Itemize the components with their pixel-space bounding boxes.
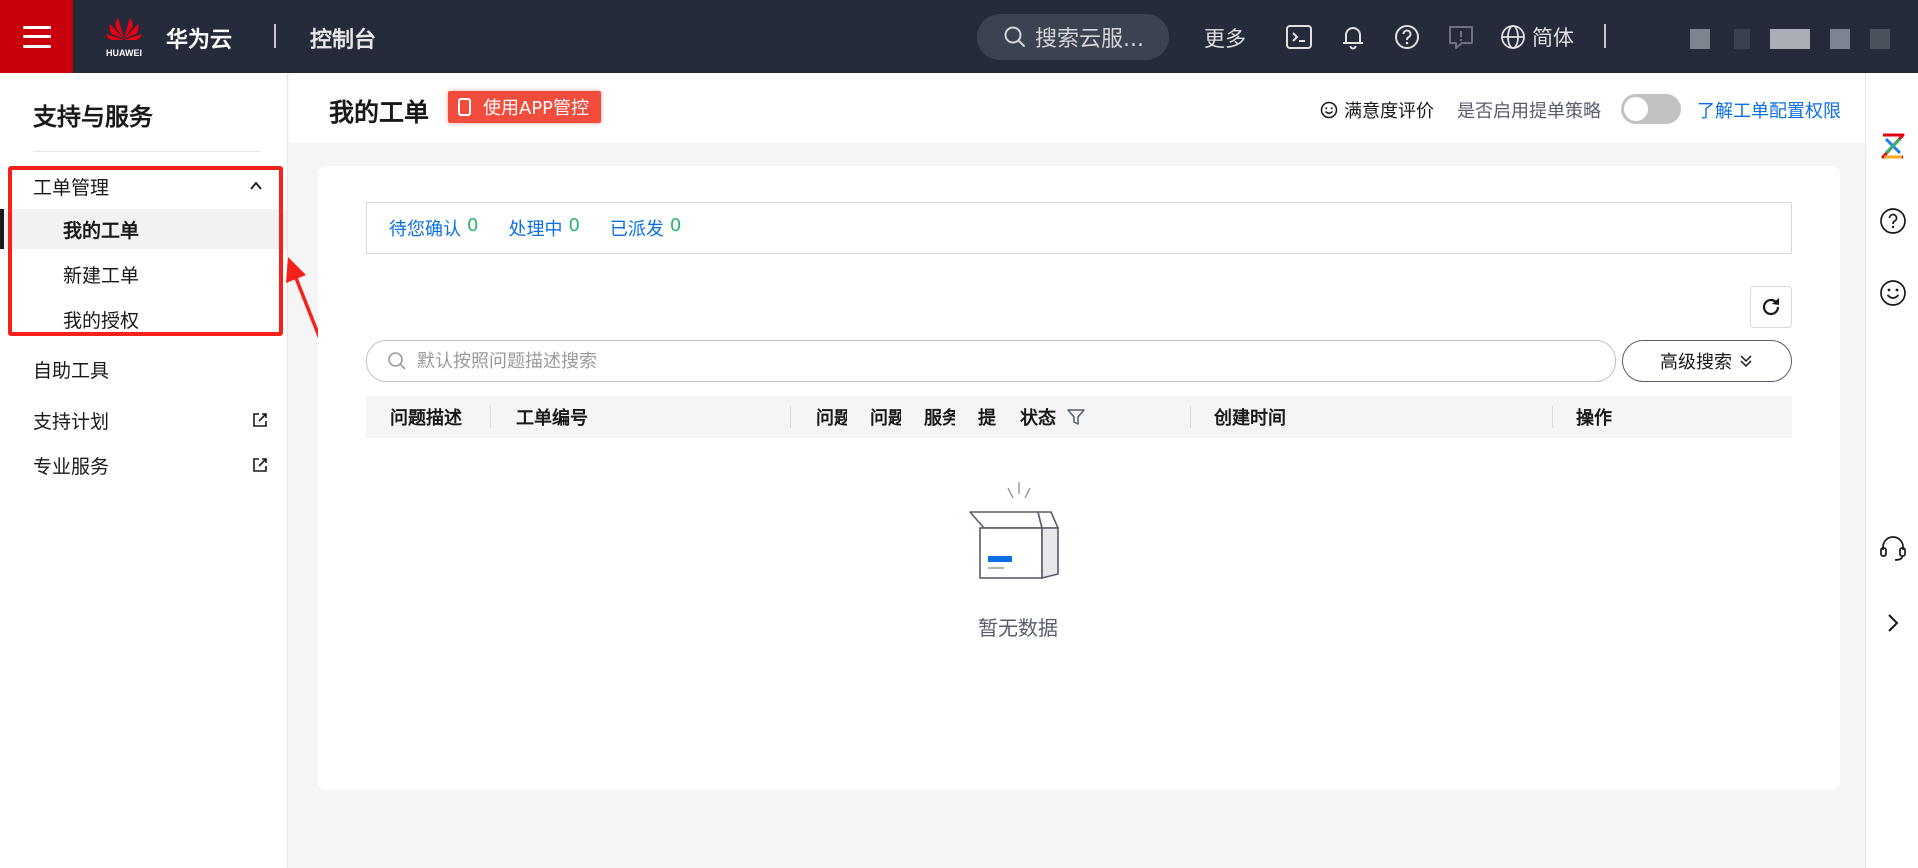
column-header-status[interactable]: 状态 bbox=[1020, 396, 1100, 438]
page-title: 我的工单 bbox=[329, 98, 430, 127]
ticket-search-input[interactable] bbox=[417, 350, 1567, 372]
policy-toggle[interactable] bbox=[1621, 94, 1681, 124]
double-chevron-down-icon bbox=[1740, 355, 1752, 368]
tickets-card: 待您确认 0 处理中 0 已派发 0 高级搜索 问题描述 bbox=[318, 166, 1840, 790]
logo-text: HUAWEI bbox=[106, 48, 142, 58]
policy-label: 是否启用提单策略 bbox=[1457, 101, 1601, 122]
satisfaction-label: 满意度评价 bbox=[1344, 101, 1434, 122]
user-info-redacted bbox=[1734, 29, 1750, 49]
tab-pending-confirm[interactable]: 待您确认 0 bbox=[389, 215, 478, 241]
nav-divider bbox=[274, 24, 276, 48]
user-info-redacted[interactable] bbox=[1690, 29, 1710, 49]
tab-count: 0 bbox=[467, 215, 479, 236]
top-navbar: HUAWEI 华为云 控制台 搜索云服... 更多 简体 bbox=[0, 0, 1918, 73]
smile-icon bbox=[1320, 101, 1338, 119]
phone-icon bbox=[458, 98, 471, 116]
sidebar-item-support-plan[interactable]: 支持计划 bbox=[33, 405, 269, 435]
satisfaction-link[interactable]: 满意度评价 bbox=[1320, 97, 1434, 123]
console-link[interactable]: 控制台 bbox=[310, 22, 376, 54]
user-info-redacted bbox=[1770, 29, 1810, 49]
advanced-search-label: 高级搜索 bbox=[1660, 352, 1732, 373]
ticket-search[interactable] bbox=[366, 340, 1616, 382]
hamburger-icon bbox=[22, 25, 51, 48]
search-icon bbox=[388, 352, 406, 370]
empty-state-text: 暂无数据 bbox=[978, 616, 1058, 640]
column-header-issue-1: 问题 bbox=[816, 408, 847, 429]
column-divider bbox=[490, 406, 491, 428]
column-header-submit: 提 bbox=[978, 408, 996, 429]
more-menu[interactable]: 更多 bbox=[1204, 23, 1246, 53]
brand-name[interactable]: 华为云 bbox=[166, 22, 232, 54]
column-divider bbox=[1552, 406, 1553, 428]
globe-icon bbox=[1501, 25, 1525, 49]
huawei-logo[interactable]: HUAWEI bbox=[100, 12, 148, 60]
column-header-ticket-number: 工单编号 bbox=[516, 408, 588, 429]
user-info-redacted bbox=[1870, 29, 1890, 49]
column-divider bbox=[790, 406, 791, 428]
refresh-button[interactable] bbox=[1750, 286, 1792, 328]
search-icon bbox=[1004, 26, 1025, 47]
terminal-icon[interactable] bbox=[1284, 22, 1314, 52]
tab-dispatched[interactable]: 已派发 0 bbox=[610, 215, 681, 241]
table-header: 问题描述 工单编号 问题 问题 服务 提 状态 创建时间 操作 bbox=[366, 396, 1792, 438]
sidebar-item-label: 自助工具 bbox=[33, 359, 110, 382]
tab-processing[interactable]: 处理中 0 bbox=[508, 215, 579, 241]
nav-divider bbox=[1604, 24, 1606, 48]
advanced-search-button[interactable]: 高级搜索 bbox=[1622, 340, 1792, 382]
sidebar-item-self-service-tools[interactable]: 自助工具 bbox=[33, 354, 269, 384]
external-link-icon bbox=[253, 458, 267, 472]
ai-assistant-icon[interactable] bbox=[1878, 131, 1908, 161]
column-header-description: 问题描述 bbox=[390, 408, 462, 429]
page-header: 我的工单 使用APP管控 满意度评价 是否启用提单策略 了解工单配置权限 bbox=[289, 73, 1865, 143]
feedback-icon[interactable] bbox=[1446, 22, 1476, 52]
status-tabs: 待您确认 0 处理中 0 已派发 0 bbox=[366, 202, 1792, 254]
global-search[interactable]: 搜索云服... bbox=[977, 14, 1169, 60]
divider bbox=[33, 151, 261, 152]
language-label: 简体 bbox=[1532, 26, 1574, 50]
help-icon[interactable] bbox=[1392, 22, 1422, 52]
chevron-right-icon[interactable] bbox=[1878, 608, 1908, 638]
filter-icon[interactable] bbox=[1066, 407, 1086, 427]
column-divider bbox=[1190, 406, 1191, 428]
headset-icon[interactable] bbox=[1878, 533, 1908, 563]
sidebar-title: 支持与服务 bbox=[33, 103, 153, 131]
tab-label: 已派发 bbox=[609, 219, 664, 240]
bell-icon[interactable] bbox=[1338, 22, 1368, 52]
column-header-status-label: 状态 bbox=[1020, 408, 1056, 429]
column-header-created-time: 创建时间 bbox=[1214, 408, 1286, 429]
column-header-issue-2: 问题 bbox=[870, 408, 901, 429]
tab-label: 处理中 bbox=[508, 219, 563, 240]
language-switch[interactable]: 简体 bbox=[1500, 22, 1574, 52]
sidebar-item-label: 支持计划 bbox=[33, 410, 110, 433]
empty-box-icon bbox=[969, 482, 1059, 579]
right-rail bbox=[1865, 73, 1918, 868]
tab-count: 0 bbox=[669, 215, 682, 236]
sidebar-item-professional-services[interactable]: 专业服务 bbox=[33, 450, 269, 480]
app-control-button[interactable]: 使用APP管控 bbox=[448, 91, 601, 123]
help-icon[interactable] bbox=[1878, 206, 1908, 236]
empty-state: 暂无数据 bbox=[918, 476, 1118, 640]
tab-label: 待您确认 bbox=[389, 219, 461, 240]
annotation-highlight-box bbox=[8, 166, 283, 336]
toggle-knob bbox=[1624, 97, 1648, 121]
global-search-placeholder: 搜索云服... bbox=[1035, 27, 1144, 52]
menu-button[interactable] bbox=[0, 0, 73, 73]
column-header-service: 服务 bbox=[924, 408, 955, 429]
external-link-icon bbox=[253, 413, 267, 427]
tab-count: 0 bbox=[568, 215, 580, 236]
permission-config-link[interactable]: 了解工单配置权限 bbox=[1697, 97, 1841, 123]
refresh-icon bbox=[1762, 298, 1780, 316]
smile-icon[interactable] bbox=[1878, 278, 1908, 308]
sidebar-item-label: 专业服务 bbox=[33, 455, 110, 478]
column-header-actions: 操作 bbox=[1576, 408, 1612, 429]
user-info-redacted bbox=[1830, 29, 1850, 49]
app-control-label: 使用APP管控 bbox=[483, 98, 590, 119]
